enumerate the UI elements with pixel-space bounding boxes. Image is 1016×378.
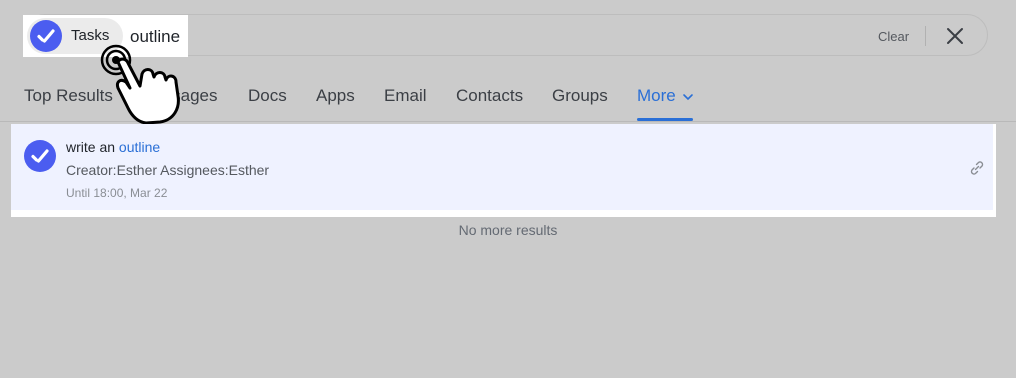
tasks-filter-label: Tasks (71, 27, 110, 44)
tab-apps[interactable]: Apps (316, 86, 355, 106)
result-meta: Creator:Esther Assignees:Esther (66, 162, 270, 178)
tasks-check-icon (30, 20, 62, 52)
result-due-date: Until 18:00, Mar 22 (66, 186, 168, 200)
tab-email[interactable]: Email (384, 86, 427, 106)
result-title[interactable]: write an outline (66, 139, 160, 155)
result-title-highlight: outline (118, 139, 161, 155)
close-icon[interactable] (944, 25, 966, 47)
tasks-check-icon (24, 140, 56, 172)
tab-contacts[interactable]: Contacts (456, 86, 523, 106)
no-more-results: No more results (458, 222, 558, 238)
tab-docs[interactable]: Docs (248, 86, 287, 106)
tab-groups[interactable]: Groups (552, 86, 608, 106)
tab-more[interactable]: More (637, 86, 694, 106)
result-title-prefix: write an (66, 139, 119, 155)
tab-more-label: More (637, 86, 676, 105)
tap-hand-cursor-icon (96, 44, 186, 125)
chevron-down-icon (683, 93, 694, 100)
search-bar-divider (925, 26, 926, 46)
clear-button[interactable]: Clear (878, 29, 909, 44)
link-icon[interactable] (968, 159, 986, 177)
